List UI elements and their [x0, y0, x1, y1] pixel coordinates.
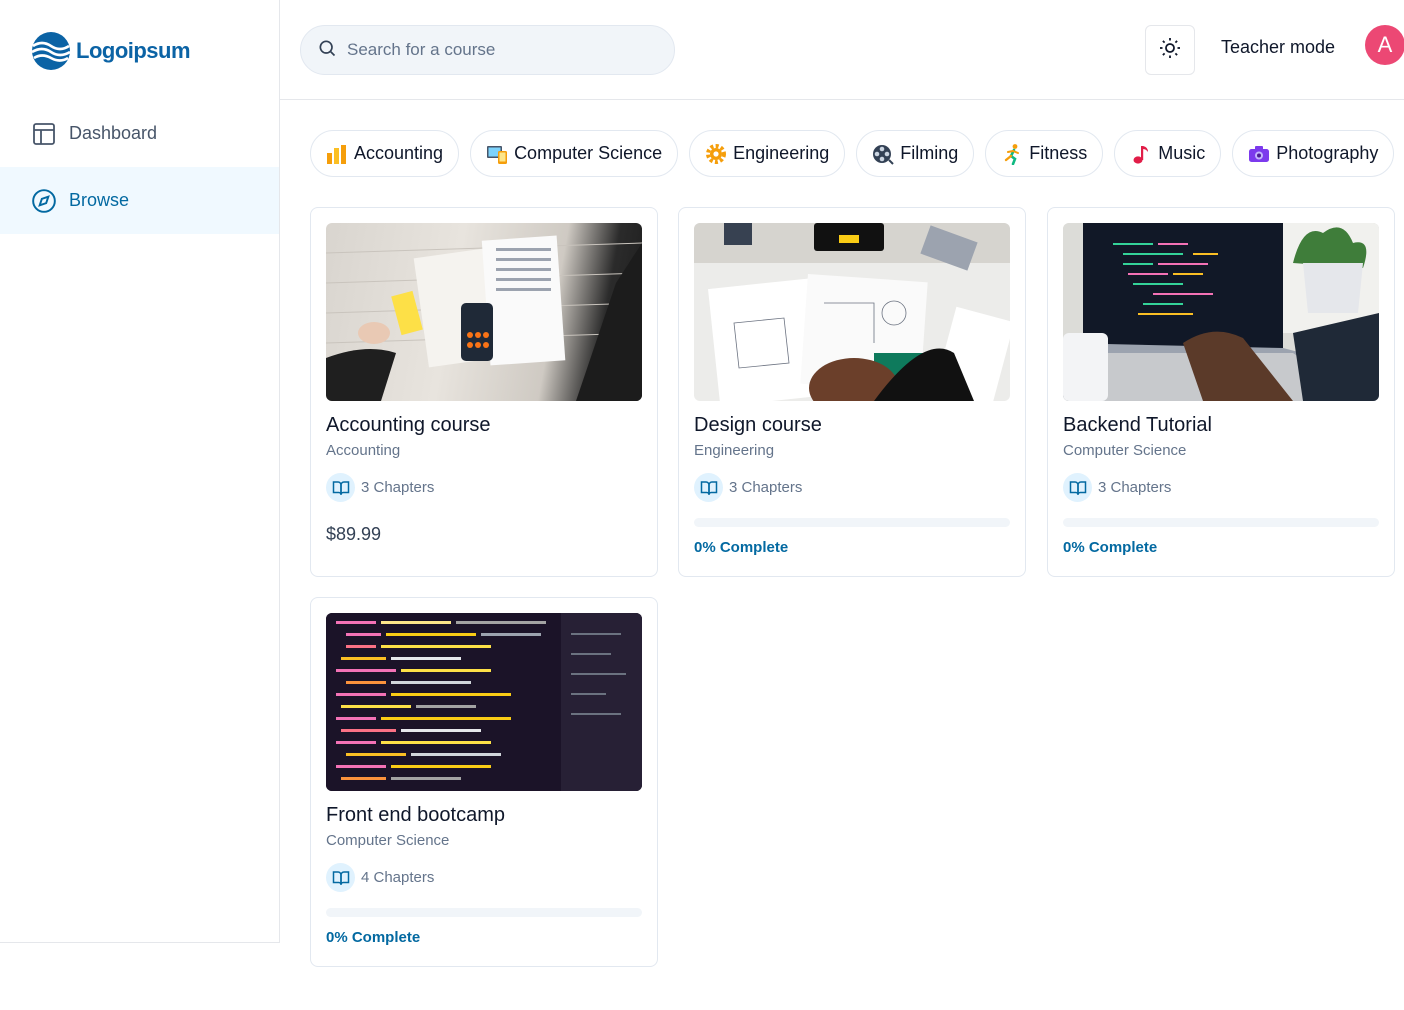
- chapters-label: 3 Chapters: [1098, 479, 1172, 496]
- progress-bar: [694, 518, 1010, 527]
- sidebar-item-dashboard[interactable]: Dashboard: [0, 100, 279, 167]
- theme-toggle-button[interactable]: [1145, 25, 1195, 75]
- progress-bar: [1063, 518, 1379, 527]
- course-title[interactable]: Backend Tutorial: [1063, 414, 1379, 437]
- course-category: Computer Science: [1063, 442, 1187, 459]
- avatar[interactable]: A: [1365, 25, 1404, 65]
- sidebar-item-label: Browse: [69, 190, 130, 210]
- course-chapters: 3 Chapters: [694, 473, 1010, 502]
- course-price: $89.99: [326, 524, 382, 544]
- course-thumbnail-backend[interactable]: [1063, 223, 1379, 401]
- course-chapters: 4 Chapters: [326, 863, 642, 892]
- progress-label: 0% Complete: [1063, 539, 1158, 556]
- sidebar: Logoipsum Dashboard Browse: [0, 0, 280, 943]
- category-photography[interactable]: Photography: [1232, 130, 1395, 177]
- teacher-mode-button[interactable]: Teacher mode: [1221, 37, 1335, 58]
- layout-icon: [31, 121, 57, 147]
- gear-icon: [705, 143, 727, 165]
- category-engineering[interactable]: Engineering: [689, 130, 846, 177]
- category-computer-science[interactable]: Computer Science: [470, 130, 679, 177]
- category-label: Computer Science: [514, 143, 663, 163]
- sidebar-item-label: Dashboard: [69, 123, 158, 143]
- course-category: Engineering: [694, 442, 775, 459]
- course-category: Accounting: [326, 442, 401, 459]
- course-card[interactable]: Backend Tutorial Computer Science 3 Chap…: [1047, 207, 1395, 577]
- sidebar-item-browse[interactable]: Browse: [0, 167, 279, 234]
- progress-label: 0% Complete: [694, 539, 789, 556]
- progress-label: 0% Complete: [326, 929, 421, 946]
- course-title[interactable]: Design course: [694, 414, 1010, 437]
- book-icon: [1063, 473, 1092, 502]
- category-label: Fitness: [1029, 143, 1088, 163]
- progress-bar: [326, 908, 642, 917]
- chapters-label: 3 Chapters: [729, 479, 803, 496]
- category-filming[interactable]: Filming: [856, 130, 975, 177]
- camera-icon: [1248, 143, 1270, 165]
- computer-icon: [486, 143, 508, 165]
- category-accounting[interactable]: Accounting: [310, 130, 460, 177]
- course-category: Computer Science: [326, 832, 450, 849]
- course-title[interactable]: Accounting course: [326, 414, 642, 437]
- category-label: Filming: [900, 143, 959, 163]
- category-music[interactable]: Music: [1114, 130, 1222, 177]
- category-label: Accounting: [354, 143, 444, 163]
- book-icon: [326, 863, 355, 892]
- search-icon: [317, 38, 337, 63]
- course-chapters: 3 Chapters: [326, 473, 642, 502]
- runner-icon: [1001, 143, 1023, 165]
- sun-icon: [1158, 36, 1182, 65]
- category-label: Photography: [1276, 143, 1379, 163]
- category-list: Accounting Computer Science Engineering: [310, 130, 1396, 178]
- category-fitness[interactable]: Fitness: [985, 130, 1104, 177]
- compass-icon: [31, 188, 57, 214]
- film-reel-icon: [872, 143, 894, 165]
- course-thumbnail-design[interactable]: [694, 223, 1010, 401]
- course-thumbnail-frontend[interactable]: [326, 613, 642, 791]
- category-label: Engineering: [733, 143, 830, 163]
- search-input[interactable]: [347, 40, 647, 60]
- book-icon: [326, 473, 355, 502]
- course-card[interactable]: Front end bootcamp Computer Science 4 Ch…: [310, 597, 658, 967]
- search-bar[interactable]: [300, 25, 675, 75]
- category-label: Music: [1158, 143, 1206, 163]
- course-title[interactable]: Front end bootcamp: [326, 804, 642, 827]
- logo-wave-icon: [31, 32, 71, 70]
- book-icon: [694, 473, 723, 502]
- chapters-label: 4 Chapters: [361, 869, 435, 886]
- music-note-icon: [1130, 143, 1152, 165]
- chapters-label: 3 Chapters: [361, 479, 435, 496]
- course-card[interactable]: Accounting course Accounting 3 Chapters …: [310, 207, 658, 577]
- logo-text: Logoipsum: [76, 38, 191, 63]
- sidebar-nav: Dashboard Browse: [0, 100, 279, 234]
- course-chapters: 3 Chapters: [1063, 473, 1379, 502]
- course-thumbnail-accounting[interactable]: [326, 223, 642, 401]
- course-card[interactable]: Design course Engineering 3 Chapters 0% …: [678, 207, 1026, 577]
- top-header: Teacher mode A: [280, 0, 1404, 100]
- bar-chart-icon: [326, 143, 348, 165]
- logo[interactable]: Logoipsum: [30, 30, 191, 72]
